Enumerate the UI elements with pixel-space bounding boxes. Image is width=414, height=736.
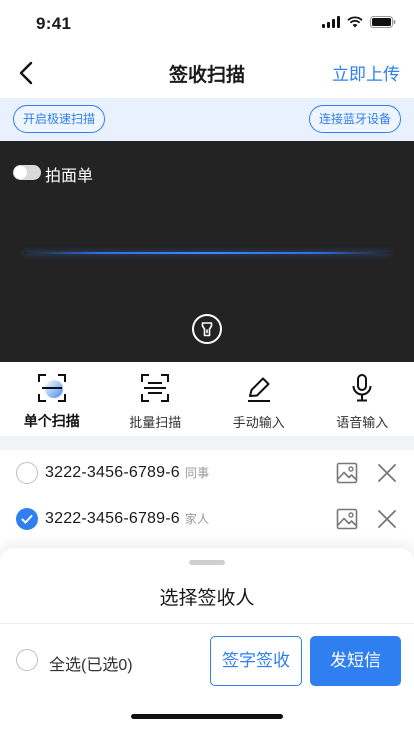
wifi-icon [347,16,363,28]
tab-manual-input-label: 手动输入 [232,415,285,430]
tab-batch-scan[interactable]: 批量扫描 [104,362,208,436]
tab-voice-input[interactable]: 语音输入 [311,362,414,436]
upload-now-button[interactable]: 立即上传 [332,60,400,85]
signer-bottom-sheet: 选择签收人 全选(已选0) 签字签收 发短信 [0,548,414,736]
tab-single-scan-label: 单个扫描 [23,413,80,429]
flashlight-button[interactable] [192,314,222,344]
pen-icon [247,377,270,402]
camera-viewfinder: 拍面单 [0,141,414,362]
recipient-tag: 家人 [184,512,210,526]
fast-scan-button[interactable]: 开启极速扫描 [13,105,106,133]
flashlight-icon [201,322,213,337]
close-icon[interactable] [376,508,398,530]
tracking-number: 3222-3456-6789-6 [45,510,180,527]
tab-voice-input-label: 语音输入 [336,415,389,430]
list-item: 3222-3456-6789-6 同事 [0,450,414,496]
item-code: 3222-3456-6789-6 家人 [45,510,209,528]
check-icon [21,515,33,524]
photo-waybill-toggle[interactable] [13,165,41,180]
action-strip: 开启极速扫描 连接蓝牙设备 [0,98,414,141]
section-divider [0,436,414,450]
battery-icon [370,16,396,28]
status-time: 9:41 [36,14,72,33]
status-icons [322,16,396,28]
scan-frame-icon [37,374,66,402]
select-all-checkbox[interactable] [16,649,38,671]
status-bar: 9:41 [0,0,414,48]
signal-icon [322,16,340,28]
scan-mode-tabs: 单个扫描 批量扫描 手动输入 语音输入 [0,362,414,436]
image-icon[interactable] [336,462,358,484]
photo-waybill-label: 拍面单 [45,168,94,185]
item-code: 3222-3456-6789-6 同事 [45,464,209,482]
batch-scan-icon [141,374,170,402]
connect-bluetooth-button[interactable]: 连接蓝牙设备 [308,105,401,133]
select-all-label: 全选(已选0) [49,657,133,674]
tab-batch-scan-label: 批量扫描 [129,415,182,430]
item-checkbox[interactable] [16,462,38,484]
send-sms-button[interactable]: 发短信 [310,636,401,686]
divider [0,623,414,624]
microphone-icon [352,374,372,402]
item-checkbox[interactable] [16,508,38,530]
close-icon[interactable] [376,462,398,484]
scanned-list: 3222-3456-6789-6 同事 3222-3456-6789-6 家人 [0,450,414,542]
tracking-number: 3222-3456-6789-6 [45,464,180,481]
tab-single-scan[interactable]: 单个扫描 [0,362,104,436]
home-indicator [131,714,283,719]
sheet-title: 选择签收人 [159,588,255,609]
scan-line [24,252,390,254]
nav-bar: 签收扫描 立即上传 [0,48,414,96]
image-icon[interactable] [336,508,358,530]
list-item: 3222-3456-6789-6 家人 [0,496,414,542]
tab-manual-input[interactable]: 手动输入 [207,362,311,436]
signature-sign-button[interactable]: 签字签收 [210,636,302,686]
recipient-tag: 同事 [184,466,210,480]
sheet-grabber[interactable] [189,560,225,565]
